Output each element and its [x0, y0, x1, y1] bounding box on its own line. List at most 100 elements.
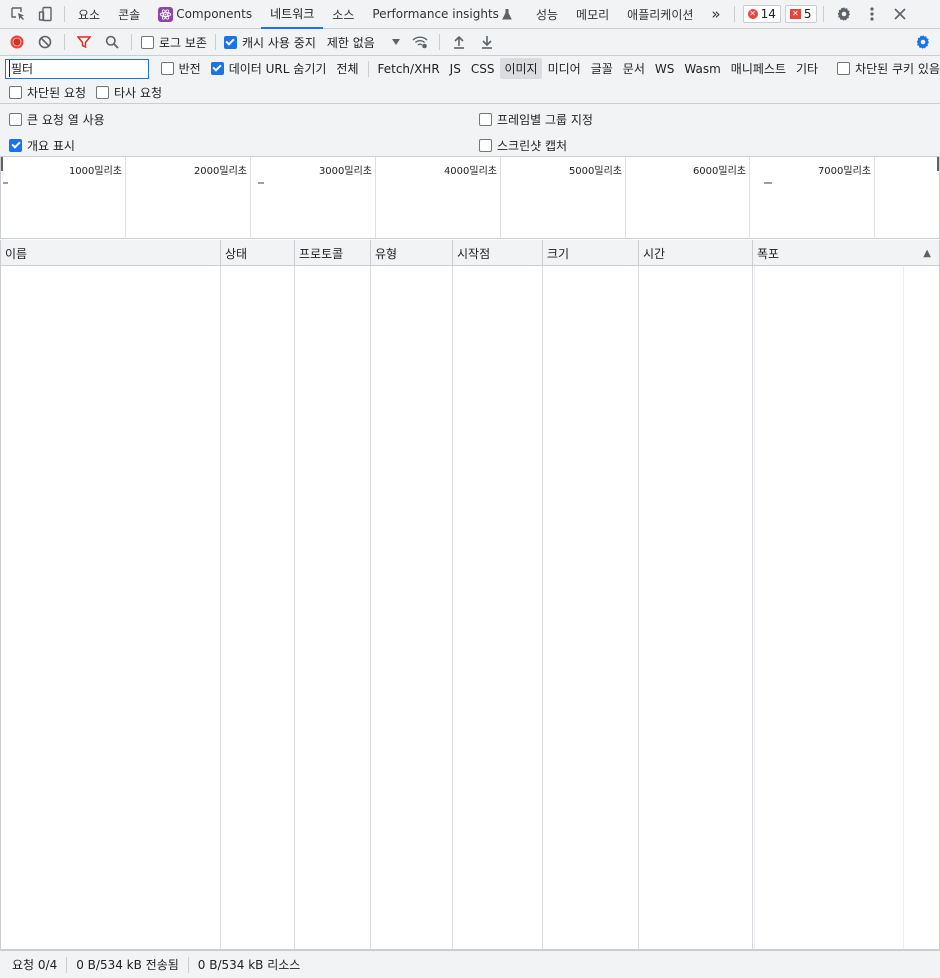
filter-type-doc[interactable]: 문서 [619, 58, 649, 79]
capture-screenshots-label: 스크린샷 캡처 [497, 139, 568, 153]
tab-elements[interactable]: 요소 [69, 0, 109, 29]
overview-tick-label: 7000밀리초 [817, 166, 871, 177]
tab-memory[interactable]: 메모리 [567, 0, 618, 29]
filter-type-fetch-xhr[interactable]: Fetch/XHR [374, 60, 444, 78]
filter-type-media[interactable]: 미디어 [544, 58, 585, 79]
more-options-icon[interactable] [858, 1, 886, 28]
settings-gear-icon[interactable] [830, 1, 858, 28]
device-toolbar-icon[interactable] [32, 1, 60, 28]
overview-tick-label: 4000밀리초 [443, 166, 497, 177]
tab-sources[interactable]: 소스 [323, 0, 363, 29]
filter-type-manifest[interactable]: 매니페스트 [727, 58, 790, 79]
show-overview-checkbox[interactable]: 개요 표시 [9, 137, 75, 154]
import-har-icon[interactable] [445, 29, 473, 56]
overview-left-handle[interactable] [1, 157, 3, 171]
invert-checkbox[interactable]: 반전 [160, 60, 201, 77]
column-status[interactable]: 상태 [221, 240, 295, 266]
transferred-size: 0 B/534 kB 전송됨 [76, 958, 179, 972]
blocked-requests-checkbox[interactable]: 차단된 요청 [9, 84, 86, 101]
overview-tick-label: 2000밀리초 [193, 166, 247, 177]
big-rows-checkbox[interactable]: 큰 요청 열 사용 [9, 111, 105, 128]
tab-application[interactable]: 애플리케이션 [618, 0, 702, 29]
export-har-icon[interactable] [473, 29, 501, 56]
column-divider [294, 266, 295, 949]
overview-request-bar [764, 182, 772, 184]
tab-performance-insights-label: Performance insights [372, 7, 499, 21]
filter-input-value: 필터 [9, 60, 34, 77]
disable-cache-label: 캐시 사용 중지 [241, 35, 316, 50]
error-icon: ✕ [747, 9, 758, 19]
blocked-cookies-label: 차단된 쿠키 있음 [855, 62, 940, 76]
more-tabs-button[interactable]: » [702, 0, 729, 29]
close-icon[interactable] [886, 1, 914, 28]
filter-icon[interactable] [70, 29, 98, 56]
filter-type-wasm[interactable]: Wasm [680, 60, 724, 78]
throttle-select[interactable]: 제한 없음 [327, 34, 400, 51]
overview-tick: 4000밀리초 [376, 157, 501, 238]
show-overview-box[interactable] [9, 139, 22, 152]
overview-request-bar [3, 182, 8, 184]
network-overview[interactable]: 1000밀리초 2000밀리초 3000밀리초 4000밀리초 5000밀리초 … [0, 157, 940, 239]
filter-type-all[interactable]: 전체 [332, 58, 362, 79]
waterfall-gridline [903, 266, 904, 949]
column-name[interactable]: 이름 [1, 240, 221, 266]
tab-console[interactable]: 콘솔 [109, 0, 149, 29]
overview-right-handle[interactable] [937, 157, 939, 171]
issue-count: 5 [803, 7, 812, 21]
tab-components[interactable]: Components [149, 0, 261, 29]
capture-screenshots-checkbox[interactable]: 스크린샷 캡처 [479, 137, 567, 154]
overview-tick: 1000밀리초 [1, 157, 126, 238]
network-conditions-icon[interactable] [406, 29, 434, 56]
issue-count-badge[interactable]: ✕ 5 [784, 5, 817, 23]
tab-performance[interactable]: 성능 [527, 0, 567, 29]
disable-cache-checkbox[interactable]: 캐시 사용 중지 [223, 34, 316, 51]
big-rows-box[interactable] [9, 113, 22, 126]
third-party-box[interactable] [96, 85, 110, 99]
overview-tick-label: 6000밀리초 [692, 166, 746, 177]
error-count-badge[interactable]: ✕ 14 [742, 5, 781, 23]
column-divider [542, 266, 543, 949]
hide-data-urls-checkbox[interactable]: 데이터 URL 숨기기 [210, 60, 326, 77]
filter-type-js[interactable]: JS [446, 60, 465, 78]
record-button[interactable] [3, 29, 31, 56]
tab-performance-insights[interactable]: Performance insights [363, 0, 521, 29]
preserve-log-label: 로그 보존 [159, 35, 207, 50]
invert-box[interactable] [160, 62, 174, 75]
blocked-requests-label: 차단된 요청 [27, 85, 87, 100]
group-by-frame-checkbox[interactable]: 프레임별 그룹 지정 [479, 111, 593, 128]
filter-type-ws[interactable]: WS [651, 60, 678, 78]
column-type[interactable]: 유형 [371, 240, 453, 266]
search-icon[interactable] [98, 29, 126, 56]
request-table-header: 이름 상태 프로토콜 유형 시작점 크기 시간 폭포 ▲ [1, 240, 939, 266]
inspect-element-icon[interactable] [4, 1, 32, 28]
filter-type-other[interactable]: 기타 [792, 58, 822, 79]
filter-type-img[interactable]: 이미지 [500, 58, 542, 79]
third-party-checkbox[interactable]: 타사 요청 [96, 84, 162, 101]
blocked-cookies-checkbox[interactable]: 차단된 쿠키 있음 [837, 60, 940, 77]
network-settings-gear-icon[interactable] [909, 29, 937, 56]
network-settings-pane: 큰 요청 열 사용 프레임별 그룹 지정 개요 표시 스크린샷 캡처 [0, 104, 940, 157]
filter-bar: 필터 반전 데이터 URL 숨기기 전체 Fetch/XHR JS CSS 이미… [0, 56, 940, 81]
tab-network[interactable]: 네트워크 [261, 0, 324, 29]
preserve-log-box[interactable] [141, 35, 154, 49]
blocked-cookies-box[interactable] [837, 62, 851, 75]
hide-data-urls-box[interactable] [210, 62, 224, 75]
column-size[interactable]: 크기 [543, 240, 639, 266]
filter-type-font[interactable]: 글꼴 [587, 58, 617, 79]
column-waterfall[interactable]: 폭포 ▲ [753, 240, 939, 266]
overview-request-bar [258, 182, 264, 184]
filter-input[interactable]: 필터 [5, 58, 149, 79]
clear-icon[interactable] [31, 29, 59, 56]
third-party-label: 타사 요청 [114, 85, 162, 100]
disable-cache-box[interactable] [223, 35, 237, 49]
column-initiator[interactable]: 시작점 [453, 240, 543, 266]
group-by-frame-box[interactable] [479, 113, 492, 126]
preserve-log-checkbox[interactable]: 로그 보존 [141, 34, 207, 51]
filter-type-css[interactable]: CSS [467, 60, 499, 78]
waterfall-divider [754, 266, 755, 949]
column-time[interactable]: 시간 [639, 240, 753, 266]
throttle-value: 제한 없음 [326, 35, 375, 50]
capture-screenshots-box[interactable] [479, 139, 492, 152]
column-protocol[interactable]: 프로토콜 [295, 240, 371, 266]
blocked-requests-box[interactable] [9, 85, 22, 99]
